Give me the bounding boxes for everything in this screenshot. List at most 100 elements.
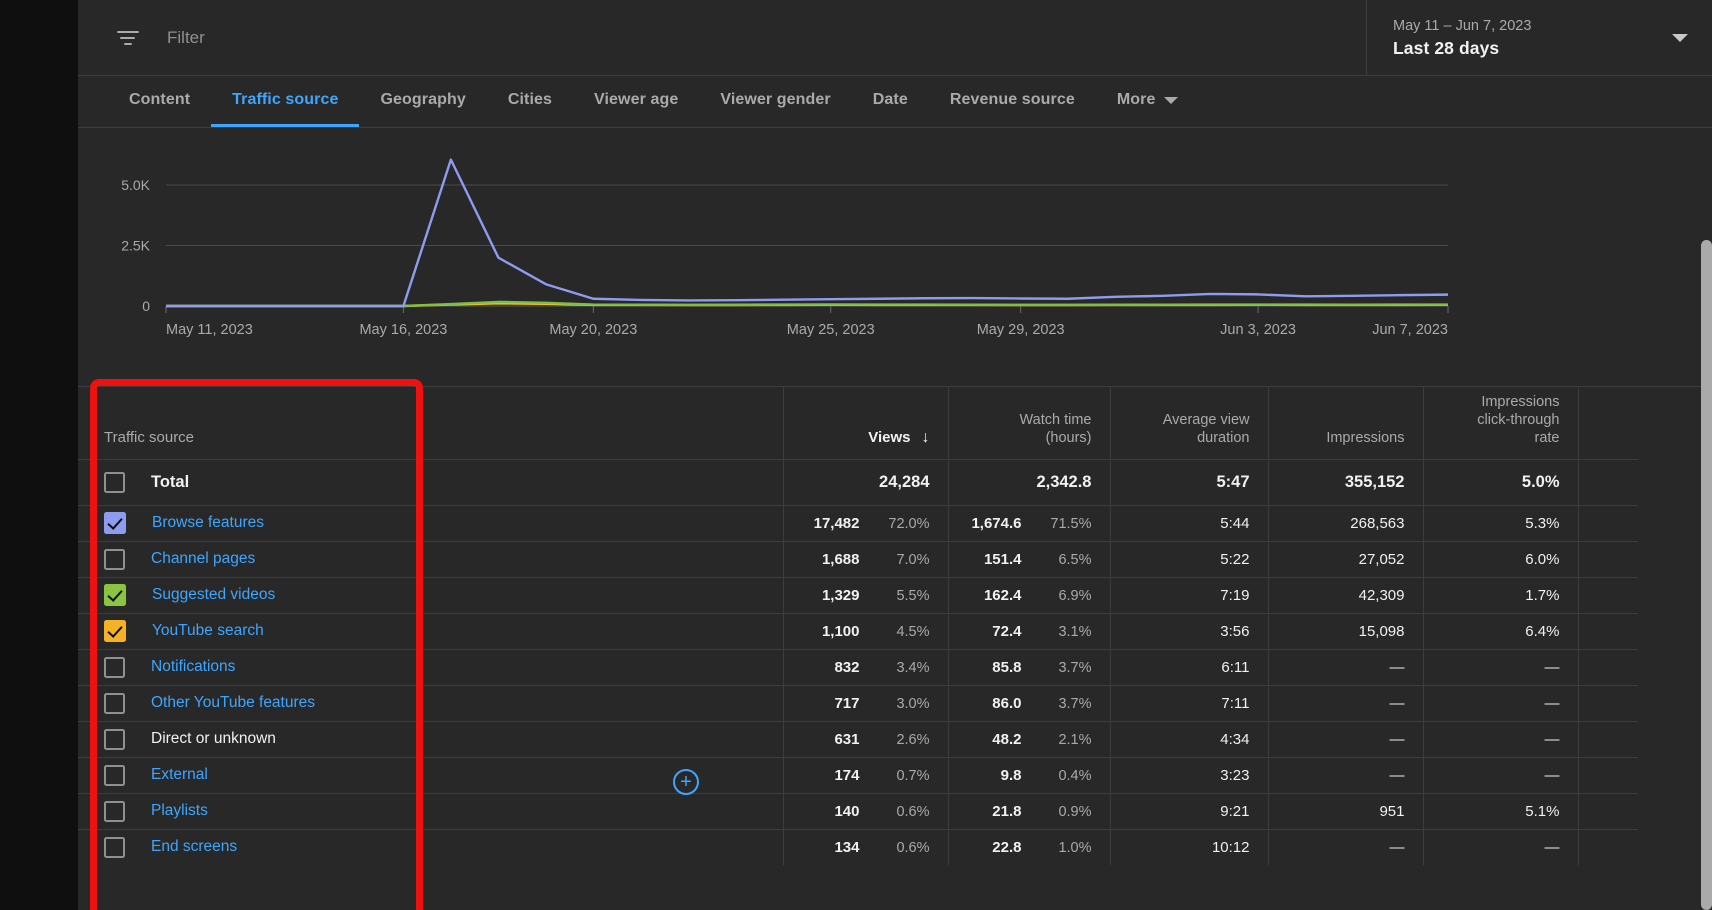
tab-revenue-source[interactable]: Revenue source <box>929 76 1096 127</box>
tab-content[interactable]: Content <box>108 76 211 127</box>
cell-watch-time: 85.8 3.7% <box>947 648 1110 685</box>
date-range-selector[interactable]: May 11 – Jun 7, 2023 Last 28 days <box>1366 0 1712 76</box>
tab-viewer-age[interactable]: Viewer age <box>573 76 699 127</box>
table-row[interactable]: Notifications 832 3.4% 85.8 3.7% 6:11— — <box>78 648 1638 685</box>
table-row[interactable]: Direct or unknown 631 2.6% 48.2 2.1% 4:34— — <box>78 720 1638 757</box>
filter-placeholder: Filter <box>167 27 205 47</box>
cell-spacer <box>620 504 783 541</box>
row-checkbox[interactable] <box>104 764 125 786</box>
table-row[interactable]: Other YouTube features 717 3.0% 86.0 3.7% 7:1… <box>78 684 1638 721</box>
table-row[interactable]: External 174 0.7% 9.8 0.4% 3:23— — <box>78 756 1638 793</box>
cell-views: 832 3.4% <box>782 648 948 685</box>
column-header-impressions-ctr[interactable]: Impressions click-through rate <box>1422 387 1578 459</box>
cell-avg-view-duration: 4:34 <box>1109 720 1268 757</box>
cell-views: 717 3.0% <box>782 684 948 721</box>
table-row[interactable]: Browse features 17,482 72.0% 1,674.6 71.5% 5:… <box>78 504 1638 541</box>
cell-views: 174 0.7% <box>782 756 948 793</box>
cell-traffic-source: Other YouTube features <box>78 684 620 721</box>
column-header-views[interactable]: Views ↓ <box>782 387 948 459</box>
cell-views-percent: 3.0% <box>896 695 930 712</box>
cell-spacer <box>620 828 783 865</box>
row-checkbox[interactable] <box>104 512 126 534</box>
cell-views-value: 140 <box>834 802 860 820</box>
cell-views-percent: 2.6% <box>896 731 930 748</box>
x-axis-tick-label: May 16, 2023 <box>359 322 447 338</box>
tab-more[interactable]: More <box>1096 76 1200 127</box>
table-row[interactable]: Suggested videos 1,329 5.5% 162.4 6.9% 7:19 42… <box>78 576 1638 613</box>
traffic-source-label[interactable]: Other YouTube features <box>151 694 315 712</box>
row-checkbox[interactable] <box>104 656 125 678</box>
table-row[interactable]: End screens 134 0.6% 22.8 1.0% 10:12— — <box>78 828 1638 865</box>
traffic-source-label[interactable]: YouTube search <box>152 622 264 640</box>
table-row[interactable]: Channel pages 1,688 7.0% 151.4 6.5% 5:22 27,05… <box>78 540 1638 577</box>
traffic-source-label[interactable]: Notifications <box>151 658 235 676</box>
cell-watch-time-percent: 1.0% <box>1058 839 1092 856</box>
tab-cities[interactable]: Cities <box>487 76 573 127</box>
table-row-total[interactable]: Total 24,284 2,342.8 5:47 355,152 5.0% <box>78 458 1638 505</box>
cell-impressions-ctr: — <box>1422 756 1578 793</box>
table-row[interactable]: Playlists 140 0.6% 21.8 0.9% 9:21 951 5.1% <box>78 792 1638 829</box>
cell-watch-time: 162.4 6.9% <box>947 576 1110 613</box>
row-checkbox[interactable] <box>104 836 125 858</box>
cell-end <box>1577 648 1638 685</box>
traffic-source-label[interactable]: Channel pages <box>151 550 255 568</box>
vertical-scrollbar[interactable] <box>1701 240 1712 910</box>
cell-impressions-ctr: — <box>1422 720 1578 757</box>
cell-views-value: 717 <box>834 694 860 712</box>
tab-geography[interactable]: Geography <box>359 76 486 127</box>
cell-views-value: 1,329 <box>821 586 860 604</box>
row-checkbox[interactable] <box>104 800 125 822</box>
cell-avg-view-duration: 6:11 <box>1109 648 1268 685</box>
filter-icon[interactable] <box>115 25 141 51</box>
traffic-source-label[interactable]: Suggested videos <box>152 586 275 604</box>
cell-watch-time-value: 1,674.6 <box>971 514 1022 532</box>
row-checkbox[interactable] <box>104 584 126 606</box>
cell-impressions: 15,098 <box>1267 612 1423 649</box>
column-header-impressions[interactable]: Impressions <box>1267 387 1423 459</box>
traffic-source-label: Total <box>151 472 190 491</box>
row-checkbox[interactable] <box>104 692 125 714</box>
arrow-down-icon[interactable]: ↓ <box>922 429 930 447</box>
cell-impressions: — <box>1267 684 1423 721</box>
filter-input-area[interactable]: Filter <box>78 25 1366 51</box>
traffic-source-label[interactable]: End screens <box>151 838 237 856</box>
tab-viewer-gender[interactable]: Viewer gender <box>699 76 851 127</box>
table-body: Total 24,284 2,342.8 5:47 355,152 5.0% Browse … <box>78 458 1638 865</box>
traffic-chart: 0 2.5K 5.0K May 11, 2023 May 16, 2023 May 20,… <box>78 128 1712 386</box>
cell-end <box>1577 576 1638 613</box>
plus-circle-icon[interactable]: + <box>673 769 699 795</box>
left-gutter <box>0 0 78 910</box>
cell-watch-time-percent: 3.7% <box>1058 659 1092 676</box>
row-checkbox[interactable] <box>104 548 125 570</box>
row-checkbox[interactable] <box>104 471 125 493</box>
traffic-source-label[interactable]: Playlists <box>151 802 208 820</box>
cell-watch-time-percent: 71.5% <box>1050 515 1092 532</box>
cell-impressions: — <box>1267 756 1423 793</box>
cell-impressions: 27,052 <box>1267 540 1423 577</box>
column-header-watch-time[interactable]: Watch time (hours) <box>947 387 1110 459</box>
cell-impressions: 268,563 <box>1267 504 1423 541</box>
row-checkbox[interactable] <box>104 728 125 750</box>
table-row[interactable]: YouTube search 1,100 4.5% 72.4 3.1% 3:56 15,09… <box>78 612 1638 649</box>
cell-views: 1,329 5.5% <box>782 576 948 613</box>
cell-watch-time: 2,342.8 <box>947 458 1110 505</box>
column-spacer <box>620 387 783 459</box>
cell-watch-time-value: 72.4 <box>992 622 1022 640</box>
cell-views-percent: 3.4% <box>896 659 930 676</box>
cell-traffic-source: Browse features <box>78 504 620 541</box>
column-header-avg-view-duration[interactable]: Average view duration <box>1109 387 1268 459</box>
column-header-traffic-source[interactable]: Traffic source <box>78 387 620 459</box>
dimension-tabs: Content Traffic source Geography Cities View… <box>78 76 1712 128</box>
tab-traffic-source[interactable]: Traffic source <box>211 76 360 127</box>
cell-views: 140 0.6% <box>782 792 948 829</box>
cell-watch-time-value: 151.4 <box>983 550 1022 568</box>
traffic-source-label[interactable]: Browse features <box>152 514 264 532</box>
traffic-source-label[interactable]: External <box>151 766 208 784</box>
cell-end <box>1577 504 1638 541</box>
tab-date[interactable]: Date <box>852 76 929 127</box>
row-checkbox[interactable] <box>104 620 126 642</box>
cell-spacer <box>620 756 783 793</box>
cell-watch-time: 1,674.6 71.5% <box>947 504 1110 541</box>
chevron-down-icon[interactable] <box>1672 33 1688 42</box>
cell-spacer <box>620 684 783 721</box>
